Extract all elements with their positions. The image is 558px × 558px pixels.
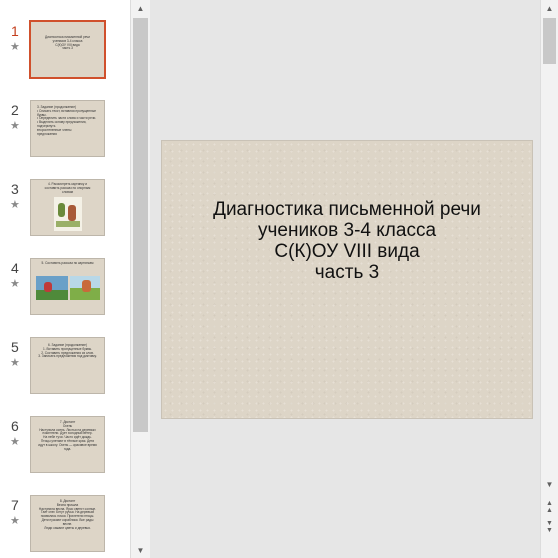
triangle-up-icon[interactable]: ▲ — [541, 2, 558, 16]
slide-thumbnail-7[interactable]: 7 ★ 8. Диктант Весна пришла Наступила ве… — [0, 495, 130, 558]
double-up-icon[interactable]: ▲ ▲ — [541, 500, 558, 514]
star-icon: ★ — [10, 278, 20, 290]
thumbnail-preview[interactable]: Диагностика письменной речи учеников 3-4… — [29, 20, 106, 79]
slide-number: 2 — [11, 102, 19, 118]
thumbnail-preview[interactable]: 5. Составить рассказ по картинкам — [30, 258, 105, 315]
slide-title[interactable]: Диагностика письменной речи учеников 3-4… — [172, 199, 522, 283]
slide-number: 6 — [11, 418, 19, 434]
thumbnail-text: 8. Диктант Весна пришла Наступила весна.… — [38, 499, 97, 530]
thumbnail-text: 5. Составить рассказ по картинкам — [41, 261, 94, 265]
star-icon: ★ — [10, 120, 20, 132]
thumbnail-text: Диагностика письменной речи учеников 3-4… — [45, 35, 90, 51]
slide-thumbnail-6[interactable]: 6 ★ 7. Диктант Осень Наступила осень. Ли… — [0, 416, 130, 486]
current-slide[interactable]: Диагностика письменной речи учеников 3-4… — [161, 140, 533, 419]
double-down-icon[interactable]: ▼ ▼ — [541, 520, 558, 534]
thumbnail-text: 4. Рассмотреть картинку и составить расс… — [44, 182, 91, 194]
thumbnail-preview[interactable]: 8. Диктант Весна пришла Наступила весна.… — [30, 495, 105, 552]
thumbnail-text: 6. Задание (продолжение) 1. Вставить про… — [38, 343, 97, 359]
slide-number: 3 — [11, 181, 19, 197]
slide-thumbnail-4[interactable]: 4 ★ 5. Составить рассказ по картинкам — [0, 258, 130, 328]
picture-image — [36, 276, 68, 300]
scrollbar-thumb[interactable] — [543, 18, 556, 64]
thumbnail-preview[interactable]: 4. Рассмотреть картинку и составить расс… — [30, 179, 105, 236]
title-line: учеников 3-4 класса — [257, 220, 437, 241]
thumbnail-text: 3. Задание (продолжение) • Списать текст… — [37, 105, 97, 136]
star-icon: ★ — [10, 515, 20, 527]
triangle-down-icon[interactable]: ▼ — [541, 478, 558, 492]
star-icon: ★ — [10, 357, 20, 369]
slide-number: 7 — [11, 497, 19, 513]
star-icon: ★ — [10, 41, 20, 53]
slide-number: 4 — [11, 260, 19, 276]
slide-editing-area[interactable]: Диагностика письменной речи учеников 3-4… — [153, 0, 540, 558]
scrollbar-thumb[interactable] — [133, 18, 148, 432]
picture-image — [54, 197, 82, 231]
slide-thumbnail-1[interactable]: 1 ★ Диагностика письменной речи учеников… — [0, 20, 130, 91]
slide-thumbnail-3[interactable]: 3 ★ 4. Рассмотреть картинку и составить … — [0, 179, 130, 249]
slide-thumbnail-5[interactable]: 5 ★ 6. Задание (продолжение) 1. Вставить… — [0, 337, 130, 407]
thumbnail-preview[interactable]: 7. Диктант Осень Наступила осень. Листья… — [30, 416, 105, 473]
triangle-up-icon[interactable]: ▲ — [131, 2, 150, 16]
star-icon: ★ — [10, 436, 20, 448]
slide-thumbnail-2[interactable]: 2 ★ 3. Задание (продолжение) • Списать т… — [0, 100, 130, 170]
slide-scrollbar[interactable]: ▲ ▼ ▲ ▲ ▼ ▼ — [540, 0, 558, 558]
slide-number: 1 — [11, 23, 19, 39]
title-line: С(К)ОУ VIII вида — [274, 241, 420, 262]
thumbnail-scrollbar[interactable]: ▲ ▼ — [130, 0, 150, 558]
picture-image — [70, 276, 100, 300]
title-line: Диагностика письменной речи — [213, 199, 481, 220]
thumbnail-preview[interactable]: 3. Задание (продолжение) • Списать текст… — [30, 100, 105, 157]
title-line: часть 3 — [314, 262, 380, 283]
slide-thumbnail-pane[interactable]: 1 ★ Диагностика письменной речи учеников… — [0, 0, 130, 558]
triangle-down-icon[interactable]: ▼ — [131, 544, 150, 558]
thumbnail-text: 7. Диктант Осень Наступила осень. Листья… — [38, 420, 97, 451]
slide-number: 5 — [11, 339, 19, 355]
star-icon: ★ — [10, 199, 20, 211]
thumbnail-preview[interactable]: 6. Задание (продолжение) 1. Вставить про… — [30, 337, 105, 394]
